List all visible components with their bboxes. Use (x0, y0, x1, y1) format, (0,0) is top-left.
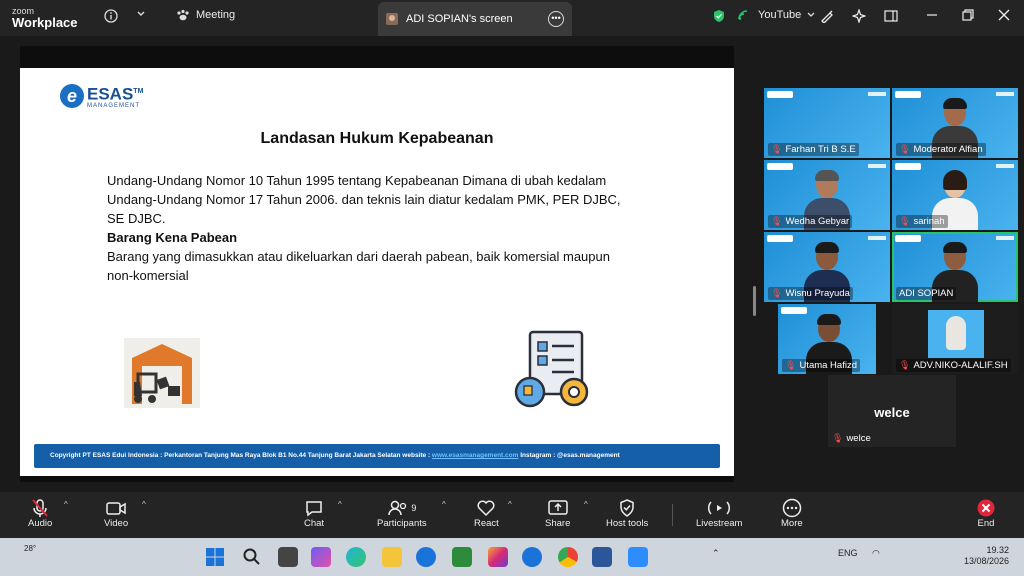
youtube-stream-status[interactable]: YouTube (738, 9, 815, 21)
search-icon[interactable] (242, 547, 262, 567)
windows-start-icon[interactable] (205, 547, 225, 567)
esas-logo: e ESASTM MANAGEMENT (60, 83, 143, 109)
ai-sparkle-icon[interactable] (852, 9, 866, 23)
participant-tile[interactable]: 🎙︎ ADV.NIKO-ALALIF.SH (892, 304, 1018, 374)
participant-tile[interactable]: 🎙︎ Farhan Tri B S.E (764, 88, 890, 158)
close-icon (976, 498, 996, 518)
zoom-workplace-logo: zoom Workplace (12, 6, 78, 30)
minimize-icon[interactable] (926, 9, 938, 21)
mic-muted-icon: 🎙︎ (899, 144, 911, 154)
windows-taskbar: 28° ⌃ ENG ◠ 19.32 13/08/2026 (0, 538, 1024, 576)
restore-icon[interactable] (962, 9, 974, 21)
chevron-down-icon (807, 12, 815, 17)
file-explorer-icon[interactable] (382, 547, 402, 567)
slide-subheading: Barang Kena Pabean (107, 230, 238, 245)
instagram-icon[interactable] (488, 547, 508, 567)
meeting-tab[interactable]: Meeting (176, 9, 235, 21)
chevron-up-icon[interactable]: ^ (142, 500, 146, 509)
shared-screen-tab[interactable]: ADI SOPIAN's screen ••• (378, 2, 572, 36)
share-screen-icon (547, 498, 569, 518)
react-button[interactable]: React (474, 498, 499, 529)
app-icon[interactable] (452, 547, 472, 567)
participant-tile[interactable]: 🎙︎ Utama Hafizd (778, 304, 876, 374)
more-button[interactable]: More (781, 498, 803, 529)
more-options-icon[interactable]: ••• (548, 11, 564, 27)
slide-title: Landasan Hukum Kepabeanan (260, 130, 494, 147)
participant-tile[interactable]: 🎙︎ sarinah (892, 160, 1018, 230)
zoom-app-icon[interactable] (628, 547, 648, 567)
chevron-up-icon[interactable]: ^ (508, 500, 512, 509)
shield-icon (617, 498, 637, 518)
participant-tile[interactable]: 🎙︎ Wedha Gebyar (764, 160, 890, 230)
tray-icons[interactable]: ⌃ (712, 548, 720, 559)
participants-icon: 9 (387, 498, 416, 518)
audio-button[interactable]: Audio (28, 498, 52, 529)
chevron-up-icon[interactable]: ^ (442, 500, 446, 509)
clock[interactable]: 19.32 13/08/2026 (964, 545, 1009, 567)
copilot-icon[interactable] (311, 547, 331, 567)
wifi-icon[interactable]: ◠ (872, 548, 880, 559)
mic-muted-icon: 🎙︎ (771, 144, 783, 154)
weather-widget[interactable]: 28° (24, 544, 36, 553)
mic-muted-icon (31, 498, 49, 518)
info-icon[interactable] (104, 9, 118, 23)
host-tools-button[interactable]: Host tools (606, 498, 648, 529)
participant-video (928, 310, 984, 358)
annotate-icon[interactable] (820, 9, 834, 23)
slide-footer: Copyright PT ESAS Edui Indonesia : Perka… (34, 444, 720, 468)
toolbar-divider (672, 504, 673, 526)
meeting-controls: Audio ^ Video ^ Chat ^ 9 Participants ^ … (0, 492, 1024, 538)
language-indicator[interactable]: ENG (838, 548, 858, 558)
mic-muted-icon: 🎙︎ (899, 216, 911, 226)
chat-button[interactable]: Chat (304, 498, 324, 529)
end-meeting-button[interactable]: End (976, 498, 996, 529)
chrome-icon[interactable] (558, 547, 578, 567)
mic-muted-icon: 🎙︎ (771, 288, 783, 298)
livestream-button[interactable]: Livestream (696, 498, 742, 529)
presentation-slide: e ESASTM MANAGEMENT Landasan Hukum Kepab… (20, 68, 734, 476)
video-camera-icon (105, 498, 127, 518)
mic-muted-icon: 🎙︎ (771, 216, 783, 226)
messenger-icon[interactable] (522, 547, 542, 567)
edge-browser-icon[interactable] (346, 547, 366, 567)
participant-tile[interactable]: 🎙︎ Wisnu Prayuda (764, 232, 890, 302)
slide-paragraph: Barang yang dimasukkan atau dikeluarkan … (107, 249, 610, 283)
share-button[interactable]: Share (545, 498, 570, 529)
chevron-up-icon[interactable]: ^ (64, 500, 68, 509)
task-view-icon[interactable] (278, 547, 298, 567)
chevron-down-icon[interactable] (136, 9, 146, 19)
hp-icon[interactable] (416, 547, 436, 567)
word-icon[interactable] (592, 547, 612, 567)
slide-paragraph: Undang-Undang Nomor 10 Tahun 1995 tentan… (107, 173, 621, 226)
chat-icon (304, 498, 324, 518)
more-options-icon (782, 498, 802, 518)
chevron-up-icon[interactable]: ^ (338, 500, 342, 509)
shared-screen: e ESASTM MANAGEMENT Landasan Hukum Kepab… (20, 46, 734, 482)
participant-tile-no-video[interactable]: welce 🎙︎ welce (828, 375, 956, 447)
mic-muted-icon: 🎙︎ (832, 433, 844, 443)
signal-icon (738, 10, 748, 20)
mic-muted-icon: 🎙︎ (785, 360, 797, 370)
warehouse-forklift-illustration (124, 338, 200, 408)
shield-icon[interactable] (712, 9, 726, 23)
participant-tile-active-speaker[interactable]: ADI SOPIAN (892, 232, 1018, 302)
title-bar: zoom Workplace Meeting ADI SOPIAN's scre… (0, 0, 1024, 36)
chevron-up-icon[interactable]: ^ (584, 500, 588, 509)
participant-tile[interactable]: 🎙︎ Moderator Alfian (892, 88, 1018, 158)
panel-toggle-icon[interactable] (884, 9, 898, 23)
paw-icon (177, 9, 189, 21)
split-resize-handle[interactable] (753, 286, 756, 316)
close-icon[interactable] (998, 9, 1010, 21)
slide-body: Undang-Undang Nomor 10 Tahun 1995 tentan… (107, 171, 637, 285)
avatar (386, 13, 398, 25)
website-link[interactable]: www.esasmanagement.com (432, 452, 518, 459)
participants-button[interactable]: 9 Participants (377, 498, 427, 529)
video-button[interactable]: Video (104, 498, 128, 529)
livestream-icon (707, 498, 731, 518)
heart-icon (476, 498, 496, 518)
mic-muted-icon: 🎙︎ (899, 360, 911, 370)
checklist-gear-icon (514, 330, 594, 410)
